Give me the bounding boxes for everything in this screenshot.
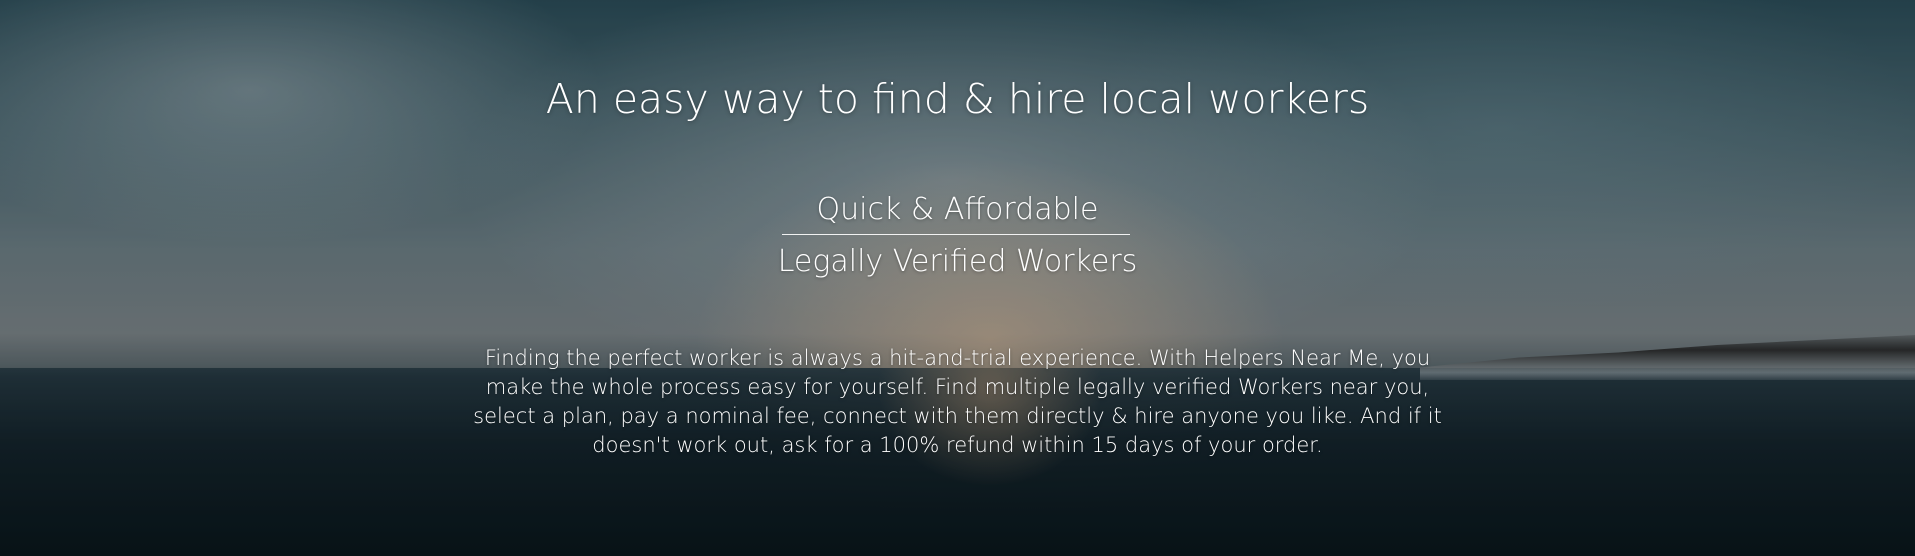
feature-legally-verified: Legally Verified Workers bbox=[777, 244, 1138, 279]
hero-description: Finding the perfect worker is always a h… bbox=[473, 346, 1442, 457]
hero-content: An easy way to find & hire local workers… bbox=[0, 0, 1915, 556]
hero-banner: An easy way to find & hire local workers… bbox=[0, 0, 1915, 556]
feature-quick-affordable: Quick & Affordable bbox=[816, 192, 1099, 227]
feature-divider bbox=[782, 234, 1130, 235]
hero-headline: An easy way to find & hire local workers bbox=[545, 75, 1370, 123]
